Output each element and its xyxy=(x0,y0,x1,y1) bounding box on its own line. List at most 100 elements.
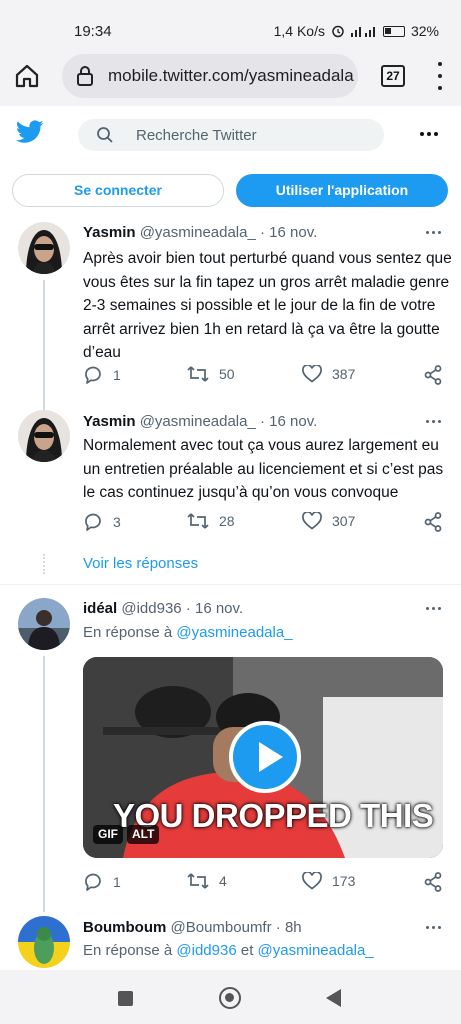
share-icon xyxy=(424,365,442,385)
browser-toolbar: mobile.twitter.com/yasmineadala 27 xyxy=(0,44,461,106)
tweet[interactable]: Yasmin @yasmineadala_ · 16 nov. Normalem… xyxy=(0,402,461,574)
reply-count: 1 xyxy=(113,367,121,383)
thread-line xyxy=(43,280,45,410)
author-handle[interactable]: @yasmineadala_ xyxy=(140,413,256,430)
share-button[interactable] xyxy=(424,365,442,385)
like-count: 387 xyxy=(332,366,356,382)
share-button[interactable] xyxy=(424,872,442,892)
home-button[interactable] xyxy=(219,987,241,1009)
author-handle[interactable]: @yasmineadala_ xyxy=(140,224,256,241)
author-name[interactable]: idéal xyxy=(83,600,117,617)
media-caption: YOU DROPPED THIS xyxy=(113,797,434,834)
author-name[interactable]: Yasmin xyxy=(83,413,136,430)
tweet-date[interactable]: · 16 nov. xyxy=(260,224,317,241)
like-count: 173 xyxy=(332,873,356,889)
retweet-icon xyxy=(187,873,209,889)
browser-menu-icon[interactable] xyxy=(434,62,446,90)
heart-icon xyxy=(302,512,322,530)
auth-buttons: Se connecter Utiliser l'application xyxy=(0,164,461,214)
reply-count: 3 xyxy=(113,514,121,530)
play-button[interactable] xyxy=(229,721,301,793)
tweet-more-icon[interactable] xyxy=(426,231,441,234)
reply-to-link[interactable]: @yasmineadala_ xyxy=(258,942,374,959)
reply-to-link[interactable]: @yasmineadala_ xyxy=(176,624,292,641)
network-speed: 1,4 Ko/s xyxy=(273,23,325,39)
retweet-button[interactable]: 50 xyxy=(187,365,235,383)
like-count: 307 xyxy=(332,513,356,529)
author-handle[interactable]: @Boumboumfr xyxy=(171,919,272,936)
like-button[interactable]: 173 xyxy=(302,872,355,890)
author-handle[interactable]: @idd936 xyxy=(121,600,181,617)
reply-icon xyxy=(85,873,101,891)
thread-line xyxy=(43,656,45,912)
status-bar: 19:34 1,4 Ko/s 32% xyxy=(0,0,461,44)
show-replies-link[interactable]: Voir les réponses xyxy=(83,555,198,572)
avatar[interactable] xyxy=(18,916,70,968)
tweet-header: Boumboum @Boumboumfr · 8h xyxy=(83,919,302,936)
reply-button[interactable]: 1 xyxy=(83,872,121,892)
heart-icon xyxy=(302,365,322,383)
tweet-actions: 1 50 387 xyxy=(83,365,443,389)
more-options-icon[interactable] xyxy=(420,132,438,136)
search-icon xyxy=(97,127,113,143)
retweet-count: 50 xyxy=(219,366,235,382)
lock-icon xyxy=(77,66,93,86)
tweet-date[interactable]: · 16 nov. xyxy=(260,413,317,430)
share-button[interactable] xyxy=(424,512,442,532)
tweet-header: idéal @idd936 · 16 nov. xyxy=(83,600,243,617)
back-button[interactable] xyxy=(326,989,341,1007)
home-icon[interactable] xyxy=(14,64,40,88)
alt-badge[interactable]: ALT xyxy=(127,825,160,844)
share-icon xyxy=(424,512,442,532)
tweet-date[interactable]: · 8h xyxy=(276,919,302,936)
reply-prefix: En réponse à xyxy=(83,942,173,959)
share-icon xyxy=(424,872,442,892)
recent-apps-button[interactable] xyxy=(118,991,133,1006)
gif-media[interactable]: YOU DROPPED THIS GIF ALT xyxy=(83,657,443,858)
divider xyxy=(0,584,461,585)
tweet[interactable]: idéal @idd936 · 16 nov. En réponse à @ya… xyxy=(0,590,461,912)
twitter-logo-icon[interactable] xyxy=(16,120,44,144)
reply-button[interactable]: 1 xyxy=(83,365,121,385)
tweet-more-icon[interactable] xyxy=(426,420,441,423)
like-button[interactable]: 387 xyxy=(302,365,355,383)
tab-switcher-button[interactable]: 27 xyxy=(381,65,405,87)
login-button[interactable]: Se connecter xyxy=(12,174,224,207)
reply-button[interactable]: 3 xyxy=(83,512,121,532)
reply-icon xyxy=(85,366,101,384)
reply-icon xyxy=(85,513,101,531)
retweet-count: 28 xyxy=(219,513,235,529)
retweet-icon xyxy=(187,366,209,382)
tweet[interactable]: Yasmin @yasmineadala_ · 16 nov. Après av… xyxy=(0,214,461,410)
search-bar[interactable]: Recherche Twitter xyxy=(78,119,384,151)
tweet-actions: 1 4 173 xyxy=(83,872,443,896)
tweet-header: Yasmin @yasmineadala_ · 16 nov. xyxy=(83,224,317,241)
tweet-more-icon[interactable] xyxy=(426,926,441,929)
reply-to-link[interactable]: @idd936 xyxy=(176,942,236,959)
retweet-count: 4 xyxy=(219,873,227,889)
battery-icon xyxy=(382,25,405,37)
avatar[interactable] xyxy=(18,410,70,462)
author-name[interactable]: Boumboum xyxy=(83,919,166,936)
alarm-icon xyxy=(332,25,344,38)
tweet-more-icon[interactable] xyxy=(426,607,441,610)
use-app-button[interactable]: Utiliser l'application xyxy=(236,174,448,207)
like-button[interactable]: 307 xyxy=(302,512,355,530)
system-nav-bar xyxy=(0,970,461,1024)
reply-and: et xyxy=(240,942,254,959)
tweet[interactable]: Boumboum @Boumboumfr · 8h En réponse à @… xyxy=(0,910,461,970)
heart-icon xyxy=(302,872,322,890)
tweet-header: Yasmin @yasmineadala_ · 16 nov. xyxy=(83,413,317,430)
thread-line-dotted xyxy=(43,554,45,574)
tweet-date[interactable]: · 16 nov. xyxy=(186,600,243,617)
avatar[interactable] xyxy=(18,598,70,650)
author-name[interactable]: Yasmin xyxy=(83,224,136,241)
address-bar[interactable]: mobile.twitter.com/yasmineadala xyxy=(62,54,358,98)
tweet-text: Normalement avec tout ça vous aurez larg… xyxy=(83,437,444,501)
retweet-button[interactable]: 28 xyxy=(187,512,235,530)
twitter-header: Recherche Twitter xyxy=(0,106,461,164)
retweet-button[interactable]: 4 xyxy=(187,872,227,890)
url-text[interactable]: mobile.twitter.com/yasmineadala xyxy=(108,66,354,86)
gif-badge: GIF xyxy=(93,825,123,844)
avatar[interactable] xyxy=(18,222,70,274)
